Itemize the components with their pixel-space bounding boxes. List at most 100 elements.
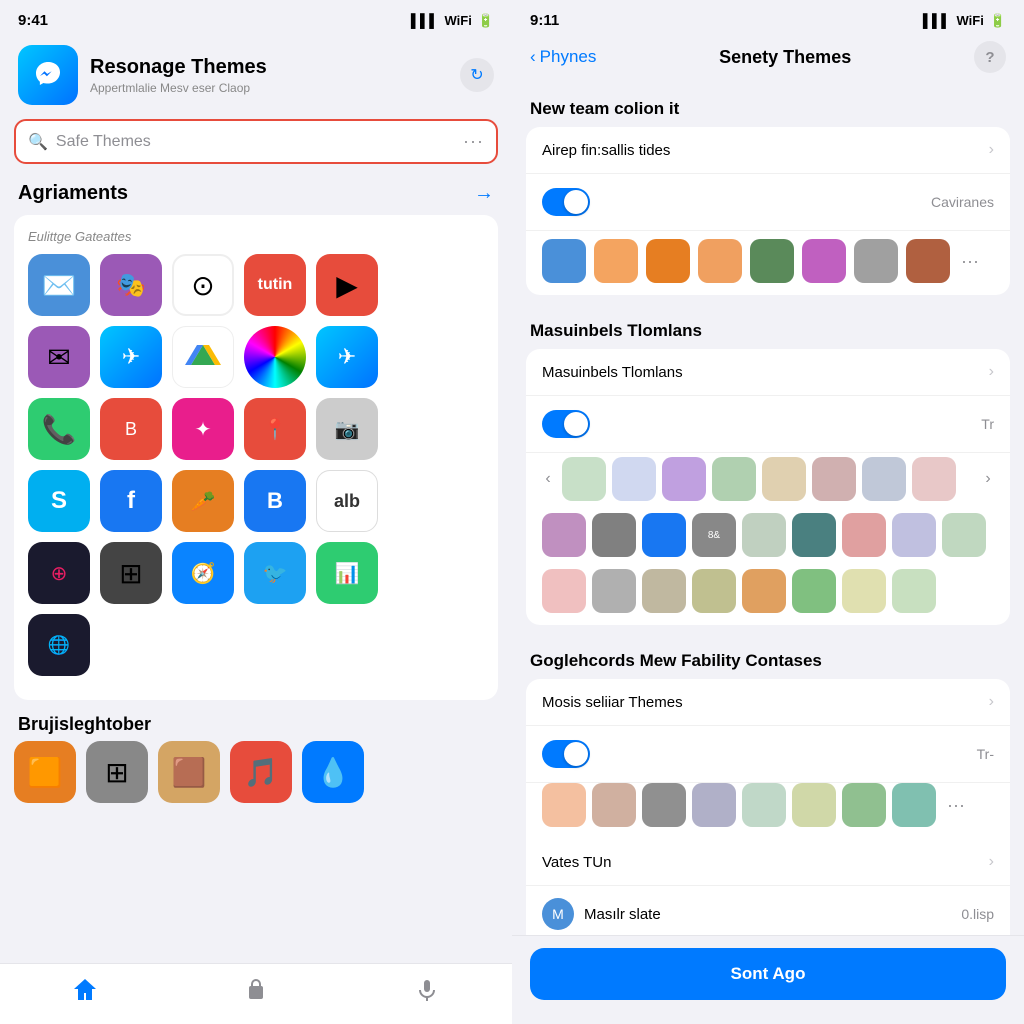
mini-g6[interactable] — [812, 457, 856, 501]
redb-icon[interactable]: B — [100, 398, 162, 460]
scroll-left-arrow[interactable]: ‹ — [534, 465, 562, 493]
card3-toggle[interactable] — [542, 740, 590, 768]
circle-bw-icon[interactable]: ⊙ — [172, 254, 234, 316]
mini-r5[interactable] — [742, 513, 786, 557]
bold-icon[interactable]: B — [244, 470, 306, 532]
messenger-icon[interactable]: ✈ — [100, 326, 162, 388]
mini-icon-3[interactable] — [646, 239, 690, 283]
mini-icon-2[interactable] — [594, 239, 638, 283]
mini-r1[interactable] — [542, 513, 586, 557]
mini-g5[interactable] — [762, 457, 806, 501]
mini-icon-4[interactable] — [698, 239, 742, 283]
youtube-icon[interactable]: ▶ — [316, 254, 378, 316]
icon-row-4: S f 🥕 B alb — [28, 470, 484, 532]
orange-icon[interactable]: 🥕 — [172, 470, 234, 532]
mini-g8[interactable] — [912, 457, 956, 501]
mini-r3[interactable] — [642, 513, 686, 557]
mini-g1[interactable] — [562, 457, 606, 501]
nav-home[interactable] — [71, 976, 99, 1004]
safari-icon[interactable]: 🧭 — [172, 542, 234, 604]
mini-s5[interactable] — [742, 569, 786, 613]
info-button[interactable]: ? — [974, 41, 1006, 73]
card3-mi3[interactable] — [642, 783, 686, 827]
mini-g3[interactable] — [662, 457, 706, 501]
bottom-icon-4[interactable]: 🎵 — [230, 741, 292, 803]
scroll-right-arrow[interactable]: › — [974, 465, 1002, 493]
phone-icon[interactable]: 📞 — [28, 398, 90, 460]
purple-icon[interactable]: 🎭 — [100, 254, 162, 316]
drive-icon[interactable] — [172, 326, 234, 388]
vates-row[interactable]: Vates TUn › — [526, 839, 1010, 886]
dark-icon[interactable]: ⊕ — [28, 542, 90, 604]
mini-r9[interactable] — [942, 513, 986, 557]
card1-toggle[interactable] — [542, 188, 590, 216]
mini-s7[interactable] — [842, 569, 886, 613]
cam-icon[interactable]: 📷 — [316, 398, 378, 460]
mini-s1[interactable] — [542, 569, 586, 613]
category-title: Brujisleghtober — [18, 714, 494, 735]
messenger2-icon[interactable]: ✈ — [316, 326, 378, 388]
card1-row1[interactable]: Airep fin:sallis tides › — [526, 127, 1010, 174]
mini-r4[interactable]: 8& — [692, 513, 736, 557]
mini-g4[interactable] — [712, 457, 756, 501]
mini-r7[interactable] — [842, 513, 886, 557]
r-wifi-icon: WiFi — [956, 13, 983, 28]
bottom-icon-1[interactable]: 🟧 — [14, 741, 76, 803]
card3-row1[interactable]: Mosis seliiar Themes › — [526, 679, 1010, 726]
category-section: Brujisleghtober — [0, 700, 512, 741]
back-button[interactable]: ‹ Phynes — [530, 47, 596, 67]
card3-more[interactable]: ··· — [942, 783, 970, 827]
partial-icon-1[interactable]: 🌐 — [28, 614, 90, 676]
section-arrow[interactable]: → — [474, 182, 494, 205]
bottom-icon-3[interactable]: 🟫 — [158, 741, 220, 803]
mini-r8[interactable] — [892, 513, 936, 557]
search-bar[interactable]: 🔍 Safe Themes ··· — [14, 119, 498, 164]
left-time: 9:41 — [18, 12, 48, 29]
card-3: Mosis seliiar Themes › Tr- ··· — [526, 679, 1010, 935]
mini-icon-1[interactable] — [542, 239, 586, 283]
card3-mi4[interactable] — [692, 783, 736, 827]
mini-r2[interactable] — [592, 513, 636, 557]
mini-s6[interactable] — [792, 569, 836, 613]
mail2-icon[interactable]: ✉ — [28, 326, 90, 388]
app-action-button[interactable]: ↻ — [460, 58, 494, 92]
scroll-more-icon[interactable]: ··· — [958, 239, 982, 283]
card3-mi2[interactable] — [592, 783, 636, 827]
card2-toggle[interactable] — [542, 410, 590, 438]
mini-icon-8[interactable] — [906, 239, 950, 283]
mail-icon[interactable]: ✉️ — [28, 254, 90, 316]
card2-row1[interactable]: Masuinbels Tlomlans › — [526, 349, 1010, 396]
mini-g2[interactable] — [612, 457, 656, 501]
gradient-circle-icon[interactable] — [244, 326, 306, 388]
mini-s8[interactable] — [892, 569, 936, 613]
card3-mi5[interactable] — [742, 783, 786, 827]
card3-mi6[interactable] — [792, 783, 836, 827]
mini-s4[interactable] — [692, 569, 736, 613]
twitter-icon[interactable]: 🐦 — [244, 542, 306, 604]
mini-icon-6[interactable] — [802, 239, 846, 283]
nav-bag[interactable] — [242, 976, 270, 1004]
card3-mi8[interactable] — [892, 783, 936, 827]
bottom-icon-2[interactable]: ⊞ — [86, 741, 148, 803]
nav-mic[interactable] — [413, 976, 441, 1004]
mini-icon-7[interactable] — [854, 239, 898, 283]
search-more-icon[interactable]: ··· — [463, 131, 484, 152]
pinkx-icon[interactable]: ✦ — [172, 398, 234, 460]
mini-s3[interactable] — [642, 569, 686, 613]
tutin-icon[interactable]: tutin — [244, 254, 306, 316]
skype-icon[interactable]: S — [28, 470, 90, 532]
bottom-icon-5[interactable]: 💧 — [302, 741, 364, 803]
alb-icon[interactable]: alb — [316, 470, 378, 532]
maps-icon[interactable]: 📍 — [244, 398, 306, 460]
mini-g7[interactable] — [862, 457, 906, 501]
grid2-icon[interactable]: ⊞ — [100, 542, 162, 604]
card2-toggle-row: Tr — [526, 396, 1010, 453]
mini-icon-5[interactable] — [750, 239, 794, 283]
mini-r6[interactable] — [792, 513, 836, 557]
card3-mi7[interactable] — [842, 783, 886, 827]
card3-mi1[interactable] — [542, 783, 586, 827]
mini-s2[interactable] — [592, 569, 636, 613]
main-cta-button[interactable]: Sont Ago — [530, 948, 1006, 1000]
mktg-icon[interactable]: 📊 — [316, 542, 378, 604]
facebook-icon[interactable]: f — [100, 470, 162, 532]
